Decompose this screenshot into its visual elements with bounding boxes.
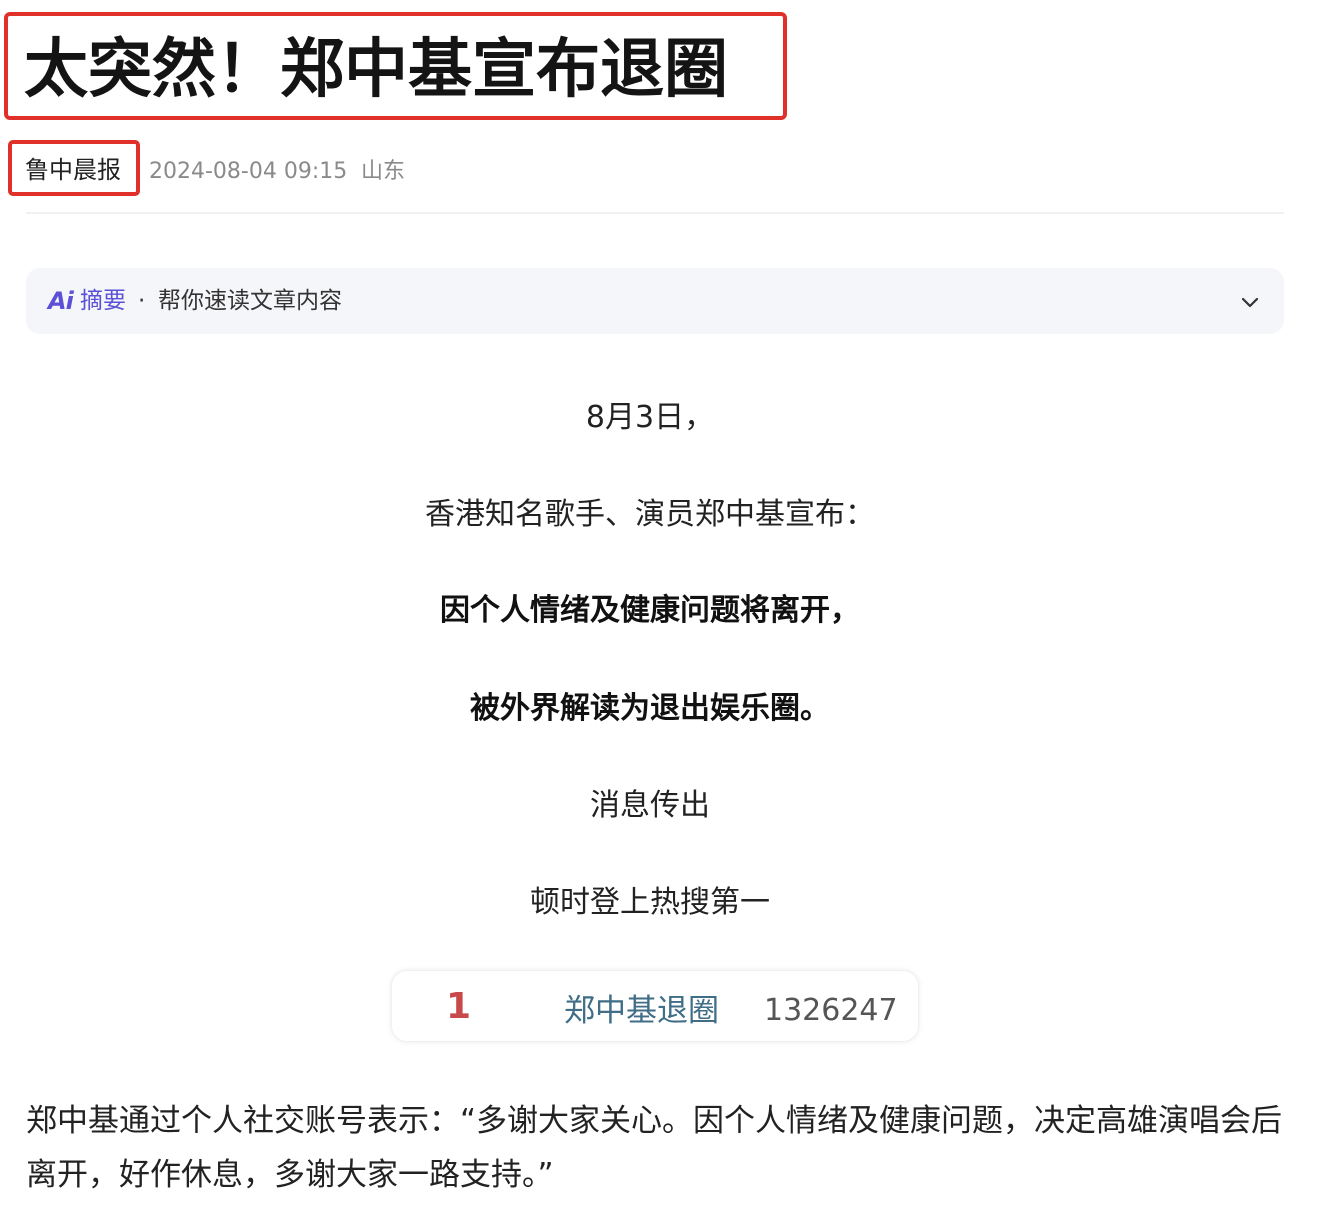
summary-separator: · xyxy=(138,288,146,314)
divider xyxy=(26,212,1284,214)
paragraph-date: 8月3日， xyxy=(585,400,715,435)
trending-topic[interactable]: 郑中基退圈 xyxy=(564,991,719,1031)
publish-datetime: 2024-08-04 09:15 xyxy=(149,159,348,184)
paragraph-reason: 因个人情绪及健康问题将离开， xyxy=(440,593,860,628)
summary-label: 摘要 xyxy=(80,288,126,314)
trending-count: 1326247 xyxy=(764,993,898,1028)
paragraph-interpretation: 被外界解读为退出娱乐圈。 xyxy=(470,691,830,726)
source-name[interactable]: 鲁中晨报 xyxy=(25,154,121,186)
paragraph-news-spread: 消息传出 xyxy=(590,788,710,823)
trending-card[interactable]: 1 郑中基退圈 1326247 xyxy=(391,970,919,1042)
paragraph-trending: 顿时登上热搜第一 xyxy=(530,885,770,920)
article-title: 太突然！郑中基宣布退圈 xyxy=(24,33,728,107)
trending-rank: 1 xyxy=(446,986,472,1027)
ai-icon: Ai xyxy=(48,287,74,315)
summary-description: 帮你速读文章内容 xyxy=(158,288,342,314)
chevron-down-icon[interactable] xyxy=(1238,290,1262,314)
article-meta: 鲁中晨报 2024-08-04 09:15 山东 xyxy=(0,140,1338,200)
publish-location: 山东 xyxy=(361,159,406,184)
paragraph-statement: 郑中基通过个人社交账号表示：“多谢大家关心。因个人情绪及健康问题，决定高雄演唱会… xyxy=(26,1103,1283,1193)
ai-summary-bar[interactable]: Ai 摘要 · 帮你速读文章内容 xyxy=(26,268,1284,334)
paragraph-announcement: 香港知名歌手、演员郑中基宣布： xyxy=(425,497,875,532)
